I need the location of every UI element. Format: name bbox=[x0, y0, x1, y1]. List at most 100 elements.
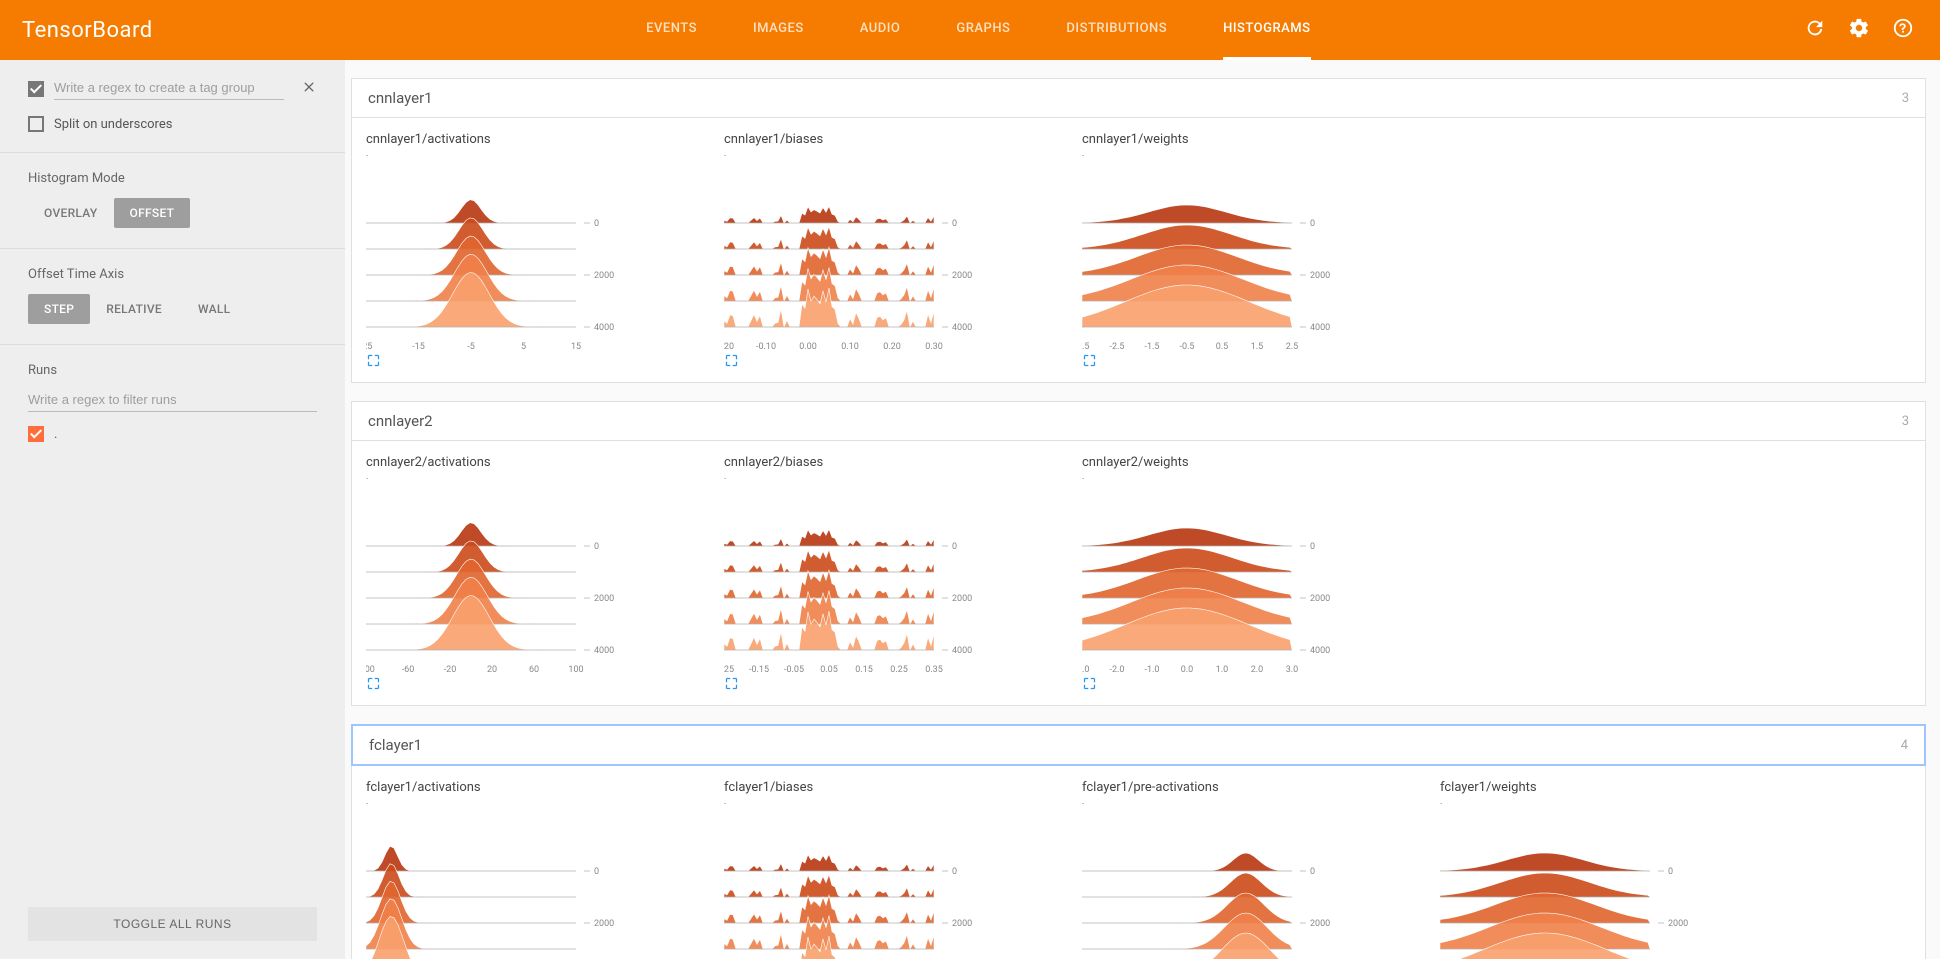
svg-text:2.5: 2.5 bbox=[1286, 342, 1299, 352]
ridgeline-chart: 020004000-3.0-2.0-1.00.01.02.03.0 bbox=[1082, 486, 1412, 676]
svg-text:2000: 2000 bbox=[1310, 594, 1330, 604]
svg-text:2000: 2000 bbox=[594, 594, 614, 604]
svg-text:0.35: 0.35 bbox=[925, 665, 943, 675]
brand: TensorBoard bbox=[22, 18, 153, 43]
svg-text:0: 0 bbox=[594, 867, 599, 877]
ridgeline-chart: 020004000-3.5-2.5-1.5-0.50.51.52.5 bbox=[1082, 163, 1412, 353]
card-title: cnnlayer2/weights bbox=[1082, 455, 1430, 470]
card-run-label: . bbox=[1082, 472, 1430, 482]
fullscreen-icon[interactable] bbox=[1082, 357, 1097, 372]
group-title: fclayer1 bbox=[369, 736, 422, 754]
svg-text:5: 5 bbox=[521, 342, 526, 352]
fullscreen-icon[interactable] bbox=[1082, 680, 1097, 695]
ridgeline-chart: 020004000-25-15-5515 bbox=[366, 163, 696, 353]
svg-text:2000: 2000 bbox=[952, 919, 972, 929]
nav-tabs: EVENTS IMAGES AUDIO GRAPHS DISTRIBUTIONS HIST… bbox=[153, 0, 1804, 60]
card-title: fclayer1/weights bbox=[1440, 780, 1788, 795]
card-title: cnnlayer1/biases bbox=[724, 132, 1072, 147]
histogram-card: fclayer1/biases.020004000-0.06-0.04-0.02… bbox=[724, 780, 1072, 959]
hist-mode-offset[interactable]: OFFSET bbox=[114, 198, 191, 228]
refresh-icon[interactable] bbox=[1804, 17, 1826, 43]
svg-text:0: 0 bbox=[952, 542, 957, 552]
group-header[interactable]: cnnlayer23 bbox=[351, 401, 1926, 441]
card-title: cnnlayer1/activations bbox=[366, 132, 714, 147]
svg-text:-100: -100 bbox=[366, 665, 375, 675]
group-header[interactable]: cnnlayer13 bbox=[351, 78, 1926, 118]
svg-text:15: 15 bbox=[571, 342, 581, 352]
split-underscores-checkbox[interactable] bbox=[28, 116, 44, 132]
svg-text:0.00: 0.00 bbox=[799, 342, 817, 352]
axis-mode-wall[interactable]: WALL bbox=[198, 294, 250, 324]
histogram-card: cnnlayer2/activations.020004000-100-60-2… bbox=[366, 455, 714, 695]
fullscreen-icon[interactable] bbox=[366, 357, 381, 372]
svg-text:0.5: 0.5 bbox=[1216, 342, 1229, 352]
fullscreen-icon[interactable] bbox=[366, 680, 381, 695]
group-cards: fclayer1/activations.0200040000102030405… bbox=[351, 766, 1926, 959]
card-run-label: . bbox=[366, 149, 714, 159]
svg-text:0.30: 0.30 bbox=[925, 342, 943, 352]
svg-text:0: 0 bbox=[1310, 867, 1315, 877]
hist-mode-overlay[interactable]: OVERLAY bbox=[28, 198, 114, 228]
card-title: cnnlayer1/weights bbox=[1082, 132, 1430, 147]
group-cnnlayer2: cnnlayer23 cnnlayer2/activations. 0 2000 400… bbox=[351, 401, 1926, 706]
card-title: cnnlayer2/activations bbox=[366, 455, 714, 470]
split-underscores-label: Split on underscores bbox=[54, 117, 172, 132]
svg-text:4000: 4000 bbox=[1310, 323, 1330, 333]
group-cards: cnnlayer1/activations.020004000-25-15-55… bbox=[351, 118, 1926, 383]
histogram-mode-toggle: OVERLAYOFFSET bbox=[28, 198, 317, 228]
tag-group-checkbox[interactable] bbox=[28, 81, 44, 97]
svg-text:4000: 4000 bbox=[952, 646, 972, 656]
tab-events[interactable]: EVENTS bbox=[646, 0, 697, 60]
run-row: . bbox=[28, 426, 317, 442]
fullscreen-icon[interactable] bbox=[724, 680, 739, 695]
group-header[interactable]: fclayer14 bbox=[351, 724, 1926, 766]
svg-text:-0.15: -0.15 bbox=[749, 665, 769, 675]
svg-text:-15: -15 bbox=[412, 342, 425, 352]
svg-text:4000: 4000 bbox=[594, 323, 614, 333]
svg-text:0: 0 bbox=[1310, 542, 1315, 552]
group-count: 3 bbox=[1902, 91, 1909, 106]
histogram-card: cnnlayer2/biases.020004000-0.25-0.15-0.0… bbox=[724, 455, 1072, 695]
group-cards: cnnlayer2/activations. 0 2000 4000 -100 -60 -2… bbox=[351, 441, 1926, 706]
help-icon[interactable] bbox=[1892, 17, 1914, 43]
card-title: cnnlayer2/biases bbox=[724, 455, 1072, 470]
tab-images[interactable]: IMAGES bbox=[753, 0, 804, 60]
histogram-card: cnnlayer1/activations.020004000-25-15-55… bbox=[366, 132, 714, 372]
svg-text:4000: 4000 bbox=[1310, 646, 1330, 656]
fullscreen-icon[interactable] bbox=[724, 357, 739, 372]
card-run-label: . bbox=[724, 472, 1072, 482]
svg-text:2000: 2000 bbox=[1310, 271, 1330, 281]
svg-text:0: 0 bbox=[1310, 219, 1315, 229]
histogram-card: fclayer1/activations.0200040000102030405… bbox=[366, 780, 714, 959]
axis-mode-step[interactable]: STEP bbox=[28, 294, 90, 324]
tab-audio[interactable]: AUDIO bbox=[860, 0, 901, 60]
group-cnnlayer1: cnnlayer13cnnlayer1/activations.02000400… bbox=[351, 78, 1926, 383]
axis-mode-relative[interactable]: RELATIVE bbox=[106, 294, 182, 324]
histogram-card: cnnlayer1/biases.020004000-0.20-0.100.00… bbox=[724, 132, 1072, 372]
close-icon[interactable] bbox=[301, 79, 317, 99]
tab-distributions[interactable]: DISTRIBUTIONS bbox=[1066, 0, 1167, 60]
svg-text:100: 100 bbox=[568, 665, 583, 675]
card-run-label: . bbox=[1082, 149, 1430, 159]
svg-text:20: 20 bbox=[487, 665, 497, 675]
toggle-all-runs-button[interactable]: TOGGLE ALL RUNS bbox=[28, 907, 317, 941]
offset-axis-label: Offset Time Axis bbox=[28, 267, 317, 282]
tab-graphs[interactable]: GRAPHS bbox=[956, 0, 1010, 60]
group-count: 3 bbox=[1902, 414, 1909, 429]
svg-text:-25: -25 bbox=[366, 342, 372, 352]
tag-group-input[interactable] bbox=[54, 78, 284, 100]
histogram-card: fclayer1/weights.020004000-0.35-0.25-0.1… bbox=[1440, 780, 1788, 959]
tab-histograms[interactable]: HISTOGRAMS bbox=[1223, 0, 1310, 60]
run-checkbox[interactable] bbox=[28, 426, 44, 442]
svg-text:4000: 4000 bbox=[952, 323, 972, 333]
svg-text:2000: 2000 bbox=[952, 594, 972, 604]
svg-text:-2.0: -2.0 bbox=[1110, 665, 1125, 675]
svg-text:2000: 2000 bbox=[594, 271, 614, 281]
gear-icon[interactable] bbox=[1848, 17, 1870, 43]
svg-text:0.15: 0.15 bbox=[855, 665, 873, 675]
ridgeline-chart: 020004000-100-60-202060100 bbox=[366, 486, 696, 676]
runs-filter-input[interactable] bbox=[28, 390, 317, 412]
offset-axis-toggle: STEP RELATIVE WALL bbox=[28, 294, 317, 324]
ridgeline-chart: 020004000-0.20-0.100.000.100.200.30 bbox=[724, 163, 1054, 353]
svg-text:-60: -60 bbox=[402, 665, 415, 675]
